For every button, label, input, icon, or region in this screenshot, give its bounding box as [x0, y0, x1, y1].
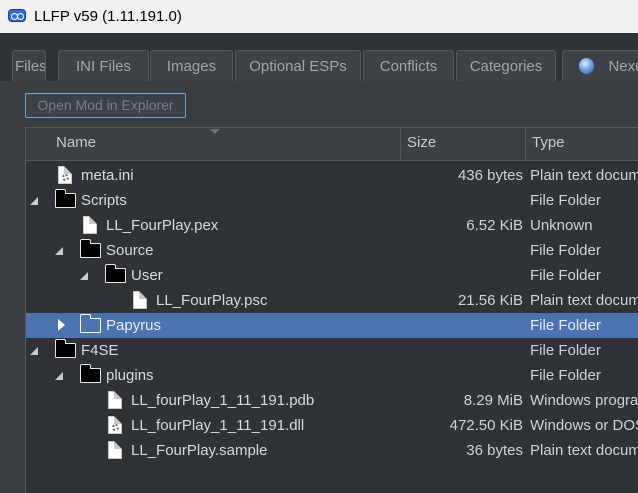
- file-icon: [108, 391, 122, 409]
- tree-row-type: File Folder: [530, 367, 601, 384]
- tree-row-size: 436 bytes: [457, 167, 523, 184]
- ini-file-icon: [58, 166, 72, 184]
- tree-row-name: meta.ini: [81, 167, 134, 184]
- expanded-arrow-icon[interactable]: [55, 372, 63, 380]
- expanded-arrow-icon[interactable]: [80, 272, 88, 280]
- tree-row-name: LL_FourPlay.pex: [106, 217, 219, 234]
- collapsed-arrow-icon[interactable]: [58, 319, 65, 331]
- gear-icon: [112, 424, 119, 431]
- tree-row[interactable]: Papyrus File Folder: [26, 313, 638, 338]
- tree-row-name: LL_FourPlay.psc: [156, 292, 268, 309]
- title-bar: LLFP v59 (1.11.191.0): [0, 0, 638, 33]
- tree-row-type: Unknown: [530, 217, 593, 234]
- tree-row-type: Plain text document: [530, 292, 638, 309]
- column-divider[interactable]: [400, 128, 401, 160]
- column-header-size[interactable]: Size: [407, 128, 517, 160]
- tree-row[interactable]: LL_fourPlay_1_11_191.dll 472.50 KiB Window…: [26, 413, 638, 438]
- tab-conflicts[interactable]: Conflicts: [363, 50, 454, 81]
- tree-row[interactable]: LL_fourPlay_1_11_191.pdb 8.29 MiB Windows …: [26, 388, 638, 413]
- tab-nexus-label: Nexus: [608, 57, 638, 75]
- gear-icon: [62, 174, 69, 181]
- tree-row-type: Windows program database: [530, 392, 638, 409]
- tree-row-type: File Folder: [530, 342, 601, 359]
- tab-categories[interactable]: Categories: [456, 50, 556, 81]
- tab-bar: Files INI Files Images Optional ESPs Con…: [0, 33, 638, 81]
- tree-row-size: 21.56 KiB: [457, 292, 523, 309]
- tree-row-type: Windows or DOS library: [530, 417, 638, 434]
- expanded-arrow-icon[interactable]: [30, 197, 38, 205]
- tree-row-type: File Folder: [530, 317, 601, 334]
- tree-row-name: Source: [106, 242, 154, 259]
- tree-row-name: LL_fourPlay_1_11_191.pdb: [131, 392, 315, 409]
- tab-nexus[interactable]: Nexus: [562, 50, 638, 81]
- tree-row-size: 6.52 KiB: [466, 217, 523, 234]
- tree-header: Name Size Type: [26, 128, 638, 161]
- tree-row[interactable]: Scripts File Folder: [26, 188, 638, 213]
- expanded-arrow-icon[interactable]: [55, 247, 63, 255]
- tree-row[interactable]: LL_FourPlay.psc 21.56 KiB Plain text docum…: [26, 288, 638, 313]
- app-logo-icon: [8, 9, 26, 22]
- tree-row-type: Plain text document: [530, 442, 638, 459]
- tree-row-name: User: [131, 267, 163, 284]
- tree-row-name: LL_fourPlay_1_11_191.dll: [131, 417, 305, 434]
- folder-icon: [54, 189, 76, 208]
- tree-row-name: Papyrus: [106, 317, 162, 334]
- tree-row-size: 472.50 KiB: [449, 417, 523, 434]
- tree-row-name: plugins: [106, 367, 154, 384]
- tree-row-name: LL_FourPlay.sample: [131, 442, 268, 459]
- tree-row[interactable]: plugins File Folder: [26, 363, 638, 388]
- column-header-type[interactable]: Type: [532, 128, 638, 160]
- tree-row[interactable]: meta.ini 436 bytes Plain text document: [26, 163, 638, 188]
- tree-row[interactable]: LL_FourPlay.sample 36 bytes Plain text doc…: [26, 438, 638, 463]
- tab-optional-esps[interactable]: Optional ESPs: [235, 50, 361, 81]
- tree-row[interactable]: Source File Folder: [26, 238, 638, 263]
- file-icon: [133, 291, 147, 309]
- sort-indicator-icon: [210, 129, 220, 134]
- tab-files[interactable]: Files: [12, 50, 46, 81]
- tree-row-name: Scripts: [81, 192, 127, 209]
- expanded-arrow-icon[interactable]: [30, 347, 38, 355]
- file-tree[interactable]: Name Size Type meta.ini 436 bytes Plain te…: [25, 127, 638, 493]
- tree-row[interactable]: F4SE File Folder: [26, 338, 638, 363]
- file-icon: [108, 441, 122, 459]
- window-title: LLFP v59 (1.11.191.0): [34, 8, 182, 25]
- tab-images[interactable]: Images: [150, 50, 233, 81]
- open-mod-in-explorer-button[interactable]: Open Mod in Explorer: [25, 93, 186, 118]
- folder-icon: [79, 314, 101, 333]
- tree-row[interactable]: User File Folder: [26, 263, 638, 288]
- tree-row-size: 36 bytes: [466, 442, 523, 459]
- tree-row-type: File Folder: [530, 192, 601, 209]
- file-icon: [83, 216, 97, 234]
- dll-file-icon: [108, 416, 122, 434]
- folder-icon: [54, 339, 76, 358]
- column-divider[interactable]: [525, 128, 526, 160]
- tree-row-size: 8.29 MiB: [463, 392, 523, 409]
- tab-ini-files[interactable]: INI Files: [58, 50, 149, 81]
- tree-row-type: File Folder: [530, 267, 601, 284]
- tree-row[interactable]: LL_FourPlay.pex 6.52 KiB Unknown: [26, 213, 638, 238]
- tree-row-type: Plain text document: [530, 167, 638, 184]
- globe-icon: [579, 58, 595, 74]
- folder-icon: [104, 264, 126, 283]
- tree-row-name: F4SE: [81, 342, 119, 359]
- folder-icon: [79, 239, 101, 258]
- tree-row-type: File Folder: [530, 242, 601, 259]
- folder-icon: [79, 364, 101, 383]
- column-header-name[interactable]: Name: [56, 128, 396, 160]
